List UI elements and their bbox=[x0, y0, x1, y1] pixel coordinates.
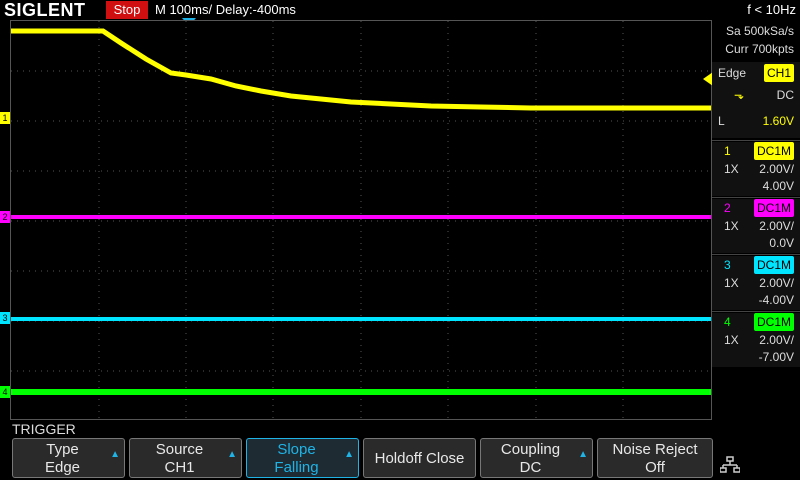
ch1-offset-marker[interactable]: 1 bbox=[0, 112, 10, 124]
ch4-probe: 1X bbox=[724, 333, 739, 347]
ch1-offset: 4.00V bbox=[762, 179, 794, 193]
brand-logo: SIGLENT bbox=[4, 0, 86, 20]
ch4-info-panel[interactable]: 4 DC1M 1X 2.00V/ -7.00V bbox=[712, 313, 800, 367]
divider bbox=[712, 140, 800, 141]
trigger-coupling: DC bbox=[776, 88, 794, 102]
divider bbox=[712, 254, 800, 255]
ch3-offset-marker[interactable]: 3 bbox=[0, 312, 10, 324]
ch1-coupling-badge: DC1M bbox=[753, 142, 794, 160]
softkey-holdoff[interactable]: Holdoff Close bbox=[363, 438, 476, 478]
timebase-readout[interactable]: M 100ms/ Delay:-400ms bbox=[155, 0, 296, 20]
ch1-info-panel[interactable]: 1 DC1M 1X 2.00V/ 4.00V bbox=[712, 142, 800, 196]
softkey-bar: Type Edge ▲ Source CH1 ▲ Slope Falling ▲… bbox=[12, 438, 800, 480]
divider bbox=[712, 197, 800, 198]
network-icon bbox=[720, 456, 740, 473]
softkey-noise-reject[interactable]: Noise Reject Off bbox=[597, 438, 713, 478]
falling-edge-icon: ⬎ bbox=[734, 88, 745, 102]
trigger-info-panel[interactable]: Edge CH1 ⬎ DC L 1.60V bbox=[712, 62, 800, 138]
ch2-info-panel[interactable]: 2 DC1M 1X 2.00V/ 0.0V bbox=[712, 199, 800, 253]
softkey-label: Source bbox=[155, 441, 204, 458]
top-status-bar: SIGLENT Stop M 100ms/ Delay:-400ms f < 1… bbox=[0, 0, 800, 26]
ch1-scale: 2.00V/ bbox=[759, 162, 794, 176]
trigger-source-badge: CH1 bbox=[763, 64, 794, 82]
softkey-label: Slope bbox=[277, 441, 316, 458]
ch2-scale: 2.00V/ bbox=[759, 219, 794, 233]
softkey-label: Coupling bbox=[500, 441, 561, 458]
up-arrow-icon: ▲ bbox=[227, 449, 237, 460]
frequency-counter: f < 10Hz bbox=[747, 2, 796, 17]
ch4-coupling-badge: DC1M bbox=[753, 313, 794, 331]
ch2-probe: 1X bbox=[724, 219, 739, 233]
up-arrow-icon: ▲ bbox=[344, 449, 354, 460]
trigger-type: Edge bbox=[718, 66, 747, 80]
graticule bbox=[11, 21, 711, 419]
softkey-label: Type bbox=[46, 441, 79, 458]
softkey-value: Off bbox=[645, 459, 665, 476]
delay-value: Delay:-400ms bbox=[215, 2, 296, 17]
ch1-probe: 1X bbox=[724, 162, 739, 176]
trigger-level-value: 1.60V bbox=[762, 114, 794, 128]
ch4-scale: 2.00V/ bbox=[759, 333, 794, 347]
sample-rate: Sa 500kSa/s bbox=[725, 24, 794, 38]
ch2-offset-marker[interactable]: 2 bbox=[0, 211, 10, 223]
ch3-label: 3 bbox=[724, 258, 731, 272]
ch2-offset: 0.0V bbox=[769, 236, 794, 250]
softkey-coupling[interactable]: Coupling DC ▲ bbox=[480, 438, 593, 478]
softkey-label: Holdoff Close bbox=[374, 450, 465, 467]
softkey-type[interactable]: Type Edge ▲ bbox=[12, 438, 125, 478]
trigger-level-label: L bbox=[718, 114, 725, 128]
ch3-probe: 1X bbox=[724, 276, 739, 290]
ch3-offset: -4.00V bbox=[758, 293, 794, 307]
ch4-offset: -7.00V bbox=[758, 350, 794, 364]
softkey-value: Edge bbox=[44, 459, 81, 476]
memory-depth: Curr 700kpts bbox=[725, 42, 794, 56]
ch2-coupling-badge: DC1M bbox=[753, 199, 794, 217]
ch2-label: 2 bbox=[724, 201, 731, 215]
softkey-label: Noise Reject bbox=[612, 441, 698, 458]
softkey-value: DC bbox=[519, 459, 542, 476]
softkey-value: Falling bbox=[274, 459, 319, 476]
ch3-coupling-badge: DC1M bbox=[753, 256, 794, 274]
softkey-source[interactable]: Source CH1 ▲ bbox=[129, 438, 242, 478]
ch4-offset-marker[interactable]: 4 bbox=[0, 386, 10, 398]
up-arrow-icon: ▲ bbox=[110, 449, 120, 460]
softkey-slope[interactable]: Slope Falling ▲ bbox=[246, 438, 359, 478]
waveform-display[interactable] bbox=[10, 20, 712, 420]
timebase-value: M 100ms/ bbox=[155, 2, 213, 17]
ch1-label: 1 bbox=[724, 144, 731, 158]
ch4-label: 4 bbox=[724, 315, 731, 329]
menu-title: TRIGGER bbox=[12, 421, 76, 437]
up-arrow-icon: ▲ bbox=[578, 449, 588, 460]
ch3-info-panel[interactable]: 3 DC1M 1X 2.00V/ -4.00V bbox=[712, 256, 800, 310]
softkey-value: CH1 bbox=[164, 459, 195, 476]
acquisition-info: Sa 500kSa/s Curr 700kpts bbox=[712, 20, 800, 60]
ch3-scale: 2.00V/ bbox=[759, 276, 794, 290]
run-status-badge[interactable]: Stop bbox=[106, 1, 148, 19]
divider bbox=[712, 311, 800, 312]
